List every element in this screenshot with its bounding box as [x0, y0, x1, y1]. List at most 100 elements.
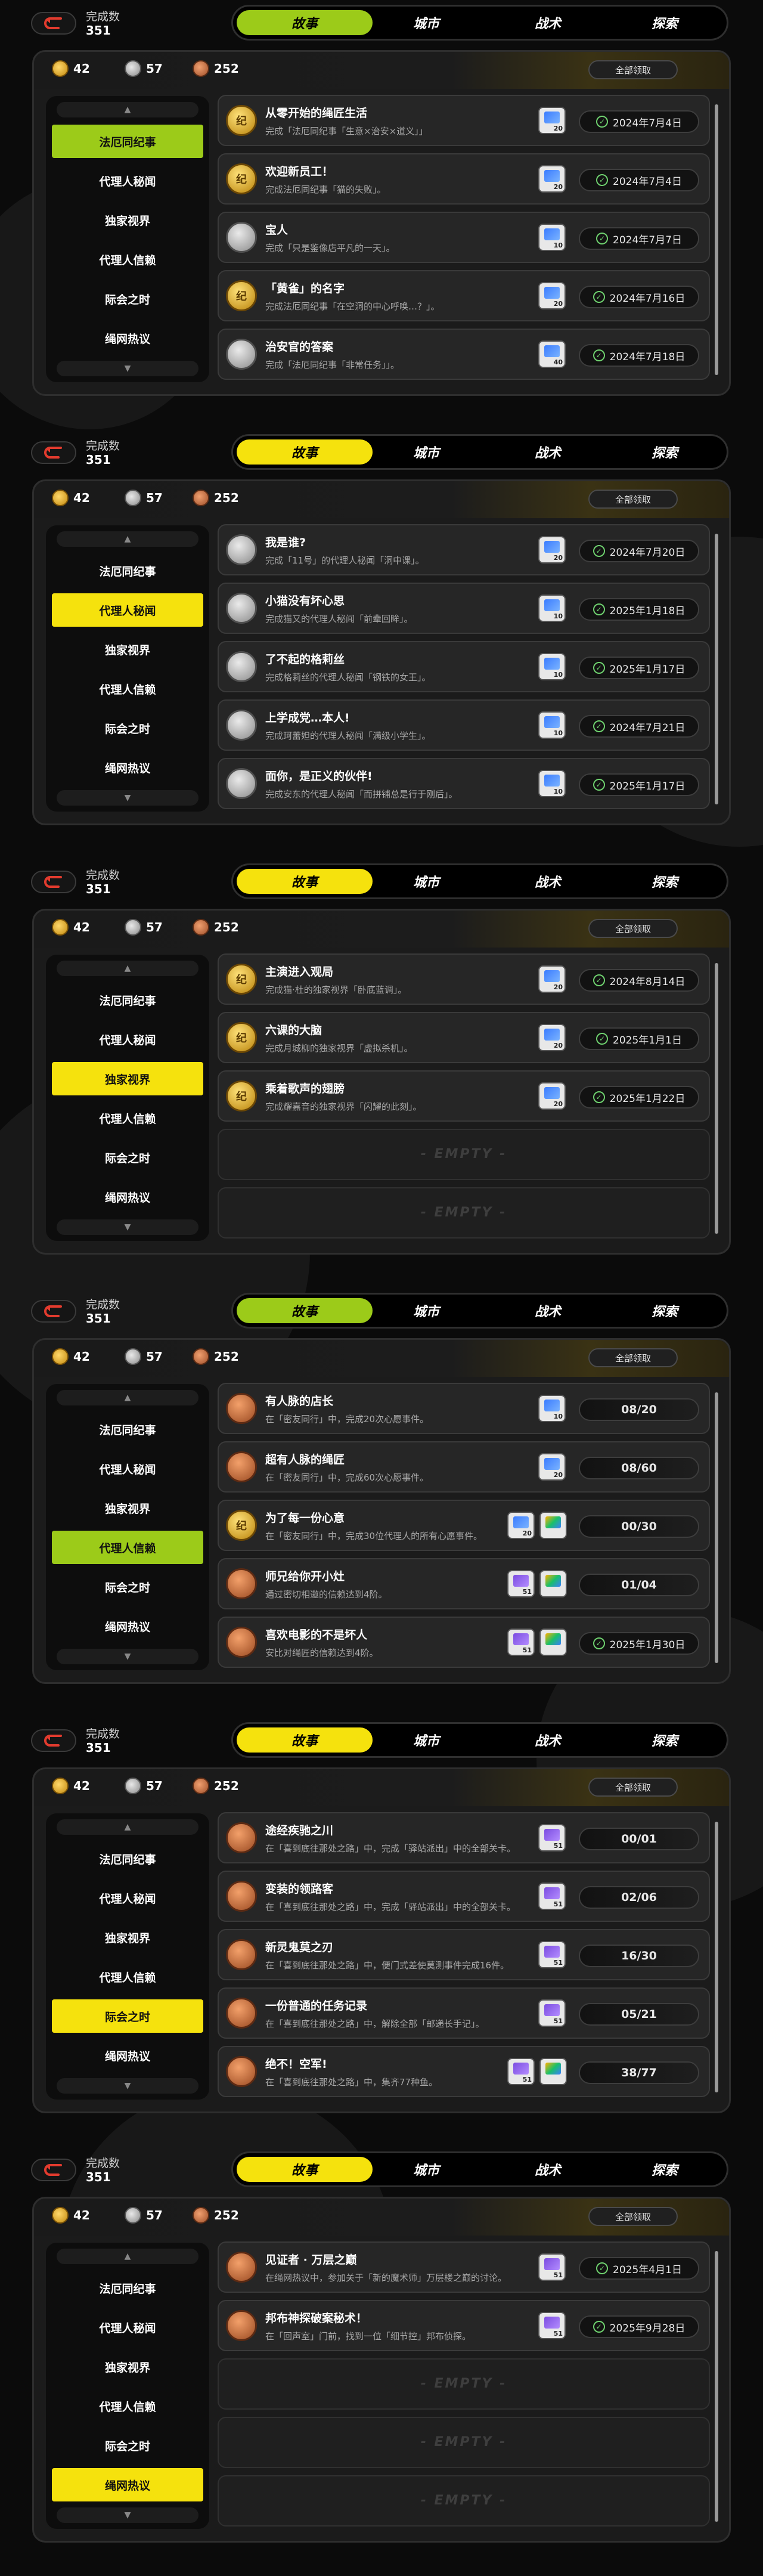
achievement-row[interactable]: 宝人 完成「只是鉴像店平凡的一天」。 10 ✓ 2024年7月7日 [218, 212, 710, 263]
tab-3[interactable]: 探索 [597, 1727, 733, 1753]
tab-3[interactable]: 探索 [597, 1298, 733, 1323]
tab-3[interactable]: 探索 [597, 10, 733, 35]
reward-item[interactable]: 10 [538, 711, 566, 739]
category-item-0[interactable]: 法厄同纪事 [52, 554, 203, 587]
scroll-up-button[interactable]: ▲ [57, 961, 198, 976]
claim-all-button[interactable]: 全部领取 [588, 919, 678, 938]
category-item-3[interactable]: 代理人信赖 [52, 1101, 203, 1135]
achievement-row[interactable]: 变装的领路客 在「喜到底往那处之路」中，完成「驿站派出」中的全部关卡。 51 02/0… [218, 1871, 710, 1922]
category-item-4[interactable]: 际会之时 [52, 282, 203, 315]
category-item-3[interactable]: 代理人信赖 [52, 1531, 203, 1564]
back-button[interactable] [31, 1300, 76, 1323]
reward-item[interactable]: 51 [538, 1999, 566, 2027]
scroll-up-button[interactable]: ▲ [57, 1390, 198, 1405]
reward-item[interactable]: 20 [538, 107, 566, 134]
reward-item[interactable]: 20 [507, 1512, 535, 1539]
back-button[interactable] [31, 1729, 76, 1752]
claim-all-button[interactable]: 全部领取 [588, 1778, 678, 1797]
back-button[interactable] [31, 12, 76, 35]
category-item-5[interactable]: 绳网热议 [52, 321, 203, 355]
category-item-2[interactable]: 独家视界 [52, 633, 203, 666]
category-item-0[interactable]: 法厄同纪事 [52, 125, 203, 158]
scrollbar-thumb[interactable] [715, 534, 718, 804]
achievement-row[interactable]: 见证者 · 万层之巅 在绳网热议中，参加关于「新的魔术师」万层楼之巅的讨论。 51 ✓… [218, 2241, 710, 2293]
tab-1[interactable]: 城市 [358, 1727, 494, 1753]
achievement-row[interactable]: 新灵鬼莫之刃 在「喜到底往那处之路」中，便门式差使莫测事件完成16件。 51 16/3… [218, 1929, 710, 1980]
achievement-row[interactable]: 有人脉的店长 在「密友同行」中，完成20次心愿事件。 10 08/20 [218, 1383, 710, 1434]
category-item-2[interactable]: 独家视界 [52, 1921, 203, 1954]
scrollbar-thumb[interactable] [715, 963, 718, 1234]
list-scrollbar[interactable] [715, 534, 718, 804]
tab-1[interactable]: 城市 [358, 869, 494, 894]
back-button[interactable] [31, 871, 76, 893]
tab-0[interactable]: 故事 [237, 2157, 373, 2182]
achievement-row[interactable]: 喜欢电影的不是坏人 安比对绳匠的信赖达到4阶。 51 ✓ 2025年1月30日 [218, 1617, 710, 1668]
category-item-4[interactable]: 际会之时 [52, 1999, 203, 2033]
scrollbar-thumb[interactable] [715, 104, 718, 375]
reward-item[interactable]: 10 [538, 770, 566, 797]
achievement-row[interactable]: 纪从零开始的绳匠生活 完成「法厄同纪事「生意×治安×道义」」 20 ✓ 2024年7月4… [218, 95, 710, 146]
reward-item[interactable]: 20 [538, 536, 566, 564]
tab-3[interactable]: 探索 [597, 439, 733, 465]
tab-0[interactable]: 故事 [237, 439, 373, 465]
achievement-row[interactable]: 一份普通的任务记录 在「喜到底往那处之路」中，解除全部「邮递长手记」。 51 05/2… [218, 1987, 710, 2039]
achievement-row[interactable]: 纪欢迎新员工！ 完成法厄同纪事「猫的失败」。 20 ✓ 2024年7月4日 [218, 153, 710, 205]
category-item-4[interactable]: 际会之时 [52, 2429, 203, 2462]
category-item-4[interactable]: 际会之时 [52, 1141, 203, 1174]
category-item-1[interactable]: 代理人秘闻 [52, 164, 203, 197]
reward-item[interactable]: 10 [538, 653, 566, 680]
category-item-0[interactable]: 法厄同纪事 [52, 2271, 203, 2305]
achievement-row[interactable]: 我是谁? 完成「11号」的代理人秘闻「洞中课」。 20 ✓ 2024年7月20日 [218, 524, 710, 575]
claim-all-button[interactable]: 全部领取 [588, 1348, 678, 1367]
tab-2[interactable]: 战术 [480, 1727, 616, 1753]
scroll-down-button[interactable]: ▼ [57, 1649, 198, 1664]
category-item-2[interactable]: 独家视界 [52, 1062, 203, 1095]
tab-0[interactable]: 故事 [237, 10, 373, 35]
reward-item[interactable]: 51 [538, 1883, 566, 1910]
category-item-5[interactable]: 绳网热议 [52, 2468, 203, 2501]
achievement-row[interactable]: 邦布神探破案秘术！ 在「回声室」门前，找到一位「细节控」邦布侦探。 51 ✓ 2025年… [218, 2300, 710, 2351]
scroll-down-button[interactable]: ▼ [57, 2078, 198, 2094]
scroll-down-button[interactable]: ▼ [57, 361, 198, 376]
scroll-up-button[interactable]: ▲ [57, 2249, 198, 2264]
category-item-3[interactable]: 代理人信赖 [52, 1960, 203, 1993]
achievement-row[interactable]: 绝不！空军! 在「喜到底往那处之路」中，集齐77种鱼。 51 38/77 [218, 2046, 710, 2097]
tab-1[interactable]: 城市 [358, 2157, 494, 2182]
category-item-1[interactable]: 代理人秘闻 [52, 593, 203, 627]
achievement-row[interactable]: 小猫没有坏心思 完成猫又的代理人秘闻「前辈回眸」。 10 ✓ 2025年1月18日 [218, 583, 710, 634]
claim-all-button[interactable]: 全部领取 [588, 60, 678, 79]
reward-item[interactable] [539, 1570, 567, 1597]
tab-1[interactable]: 城市 [358, 439, 494, 465]
achievement-row[interactable]: 途经疾驰之川 在「喜到底往那处之路」中，完成「驿站派出」中的全部关卡。 51 00/0… [218, 1812, 710, 1863]
achievement-row[interactable]: 面你，是正义的伙伴! 完成安东的代理人秘闻「而拼铺总是行于刚后」。 10 ✓ 2025年… [218, 758, 710, 809]
category-item-3[interactable]: 代理人信赖 [52, 243, 203, 276]
achievement-row[interactable]: 师兄给你开小灶 通过密切相邀的信赖达到4阶。 51 01/04 [218, 1558, 710, 1609]
achievement-row[interactable]: 超有人脉的绳匠 在「密友同行」中，完成60次心愿事件。 20 08/60 [218, 1441, 710, 1493]
reward-item[interactable]: 51 [507, 1628, 535, 1656]
tab-3[interactable]: 探索 [597, 869, 733, 894]
tab-3[interactable]: 探索 [597, 2157, 733, 2182]
category-item-1[interactable]: 代理人秘闻 [52, 1452, 203, 1485]
tab-2[interactable]: 战术 [480, 439, 616, 465]
achievement-row[interactable]: 上学成党…本人! 完成珂蕾妲的代理人秘闻「满级小学生」。 10 ✓ 2024年7月21日 [218, 699, 710, 751]
category-item-2[interactable]: 独家视界 [52, 203, 203, 237]
reward-item[interactable]: 51 [538, 2253, 566, 2281]
reward-item[interactable]: 20 [538, 1082, 566, 1110]
category-item-4[interactable]: 际会之时 [52, 1570, 203, 1603]
scroll-up-button[interactable]: ▲ [57, 102, 198, 117]
list-scrollbar[interactable] [715, 1822, 718, 2092]
reward-item[interactable]: 20 [538, 965, 566, 993]
achievement-row[interactable]: 了不起的格莉丝 完成格莉丝的代理人秘闻「钢铁的女王」。 10 ✓ 2025年1月17日 [218, 641, 710, 692]
list-scrollbar[interactable] [715, 963, 718, 1234]
list-scrollbar[interactable] [715, 104, 718, 375]
reward-item[interactable] [539, 1512, 567, 1539]
reward-item[interactable]: 10 [538, 1395, 566, 1422]
achievement-row[interactable]: 纪为了每一份心意 在「密友同行」中，完成30位代理人的所有心愿事件。 20 00/30 [218, 1500, 710, 1551]
tab-1[interactable]: 城市 [358, 10, 494, 35]
scroll-up-button[interactable]: ▲ [57, 531, 198, 547]
reward-item[interactable]: 51 [538, 1824, 566, 1852]
reward-item[interactable]: 10 [538, 595, 566, 622]
tab-0[interactable]: 故事 [237, 1298, 373, 1323]
claim-all-button[interactable]: 全部领取 [588, 490, 678, 509]
category-item-1[interactable]: 代理人秘闻 [52, 1023, 203, 1056]
